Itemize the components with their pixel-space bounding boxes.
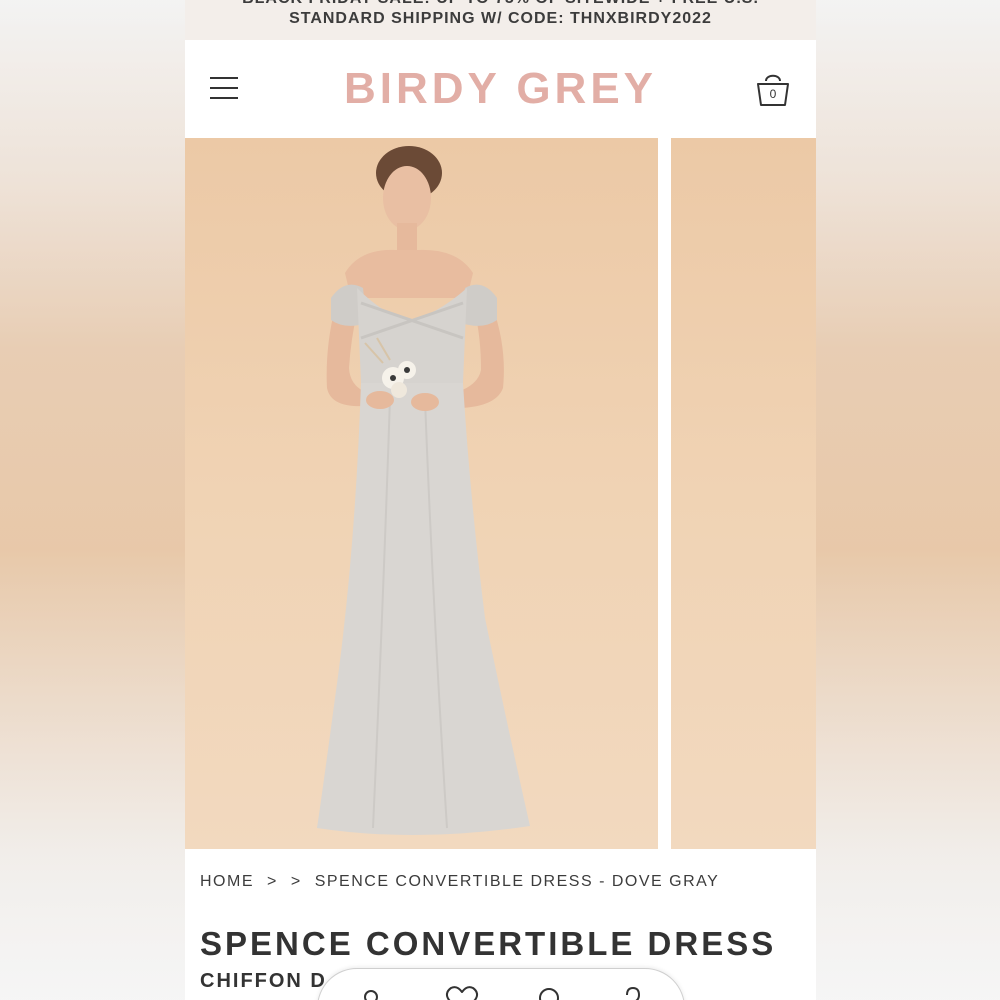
cart-count: 0 xyxy=(769,87,777,101)
product-image-main[interactable] xyxy=(185,138,658,849)
search-icon xyxy=(539,988,559,1000)
brand-logo[interactable]: BIRDY GREY xyxy=(185,64,816,114)
breadcrumb: HOME > > SPENCE CONVERTIBLE DRESS - DOVE GR… xyxy=(200,873,719,891)
product-subtitle: CHIFFON D xyxy=(200,970,327,992)
swatch-icon xyxy=(364,990,378,1000)
breadcrumb-separator: > xyxy=(290,873,302,890)
search-button[interactable] xyxy=(536,985,566,1000)
breadcrumb-home[interactable]: HOME xyxy=(200,873,254,890)
heart-icon xyxy=(445,986,479,1000)
promo-line-2: STANDARD SHIPPING W/ CODE: THNXBIRDY2022 xyxy=(289,10,712,27)
account-button[interactable] xyxy=(618,985,648,1000)
background-blur-right xyxy=(816,0,1000,1000)
swatch-button[interactable] xyxy=(356,985,386,1000)
product-title: SPENCE CONVERTIBLE DRESS xyxy=(200,925,777,962)
site-header: BIRDY GREY 0 xyxy=(185,40,816,138)
breadcrumb-current: SPENCE CONVERTIBLE DRESS - DOVE GRAY xyxy=(314,873,720,890)
model-in-dress-image xyxy=(317,146,530,836)
product-image-next[interactable] xyxy=(671,138,816,849)
bottom-nav-bar xyxy=(317,968,685,1000)
background-blur-left xyxy=(0,0,185,1000)
mobile-page: BLACK FRIDAY SALE: UP TO 75% OF SITEWIDE… xyxy=(185,0,816,1000)
wishlist-button[interactable] xyxy=(445,985,479,1000)
breadcrumb-separator: > xyxy=(267,873,278,890)
promo-banner[interactable]: BLACK FRIDAY SALE: UP TO 75% OF SITEWIDE… xyxy=(185,0,816,40)
promo-line-1: BLACK FRIDAY SALE: UP TO 75% OF SITEWIDE… xyxy=(185,0,816,9)
product-image-carousel[interactable] xyxy=(185,138,816,849)
cart-button[interactable]: 0 xyxy=(753,70,793,110)
account-icon xyxy=(626,986,641,1000)
